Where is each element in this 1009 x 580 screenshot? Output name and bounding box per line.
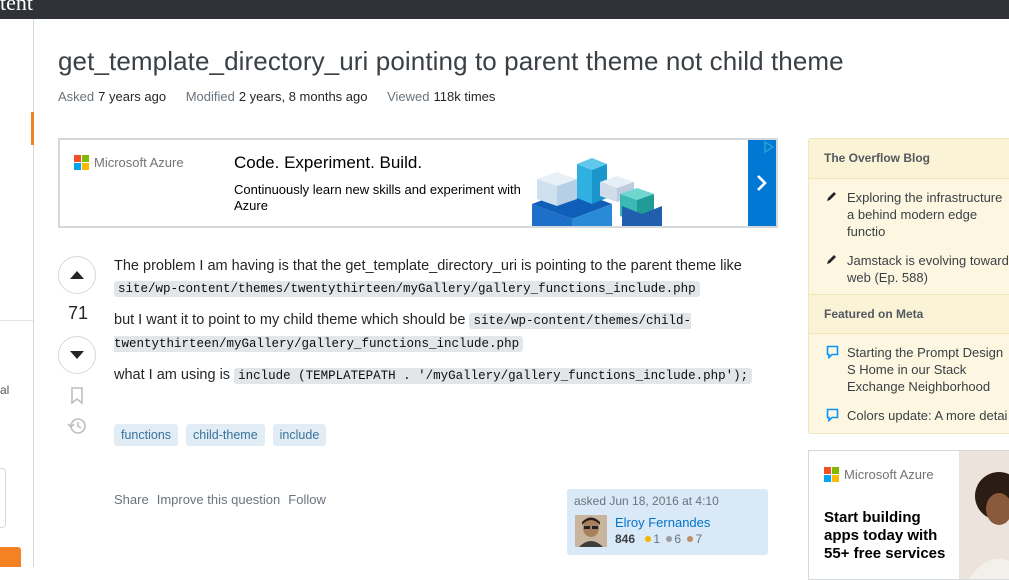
body-paragraph-1: The problem I am having is that the get_… <box>114 255 774 300</box>
body-text-1: The problem I am having is that the get_… <box>114 258 742 274</box>
vote-count: 71 <box>67 303 89 323</box>
meta-item[interactable]: Colors update: A more detai <box>809 401 1009 430</box>
nav-divider <box>0 320 33 321</box>
cubes-illustration-icon <box>532 158 662 226</box>
downvote-button[interactable] <box>58 336 96 374</box>
blog-item-text: Jamstack is evolving toward web (Ep. 588… <box>847 253 1009 285</box>
bookmark-icon[interactable] <box>70 387 84 405</box>
body-text-2: but I want it to point to my child theme… <box>114 312 466 328</box>
meta-viewed-value: 118k times <box>433 89 496 104</box>
meta-asked-value[interactable]: 7 years ago <box>98 89 166 104</box>
code-path-parent: site/wp-content/themes/twentythirteen/my… <box>114 281 700 297</box>
ad-headline: Code. Experiment. Build. <box>234 153 423 172</box>
left-sidebar: al <box>0 19 34 567</box>
microsoft-logo-icon <box>824 467 839 482</box>
meta-item-text: Starting the Prompt Design S Home in our… <box>847 345 1004 394</box>
gold-badge-icon <box>645 536 652 543</box>
microsoft-azure-logo: Microsoft Azure <box>74 155 184 170</box>
body-paragraph-2: but I want it to point to my child theme… <box>114 309 774 355</box>
silver-badge-icon <box>666 536 673 543</box>
meta-item[interactable]: Starting the Prompt Design S Home in our… <box>809 338 1009 401</box>
microsoft-azure-logo: Microsoft Azure <box>824 467 934 482</box>
silver-badge-count: 6 <box>674 532 682 546</box>
question-body: The problem I am having is that the get_… <box>114 255 774 396</box>
overflow-blog-widget: The Overflow Blog Exploring the infrastr… <box>808 138 1009 434</box>
side-ad-brand: Microsoft Azure <box>844 467 934 482</box>
ad-banner[interactable]: Microsoft Azure Code. Experiment. Build.… <box>58 138 778 228</box>
code-include: include (TEMPLATEPATH . '/myGallery/gall… <box>234 368 753 384</box>
side-ad-promo: Start building apps today with 55+ free … <box>824 509 946 562</box>
tag-list: functions child-theme include <box>114 424 327 446</box>
nav-orange-button[interactable] <box>0 547 21 567</box>
speech-bubble-icon <box>826 408 839 422</box>
question-meta: Asked 7 years ago Modified 2 years, 8 mont… <box>58 89 511 104</box>
ad-subtext: Continuously learn new skills and experi… <box>234 182 521 213</box>
gold-badge-count: 1 <box>653 532 661 546</box>
blog-item-text: Exploring the infrastructure a behind mo… <box>847 190 1003 239</box>
adchoices-icon[interactable] <box>762 140 776 154</box>
speech-bubble-icon <box>826 345 839 359</box>
bronze-badge-icon <box>687 536 694 543</box>
site-name-fragment: tent <box>0 0 33 15</box>
meta-heading: Featured on Meta <box>809 294 1009 334</box>
bronze-badge-count: 7 <box>695 532 703 546</box>
pencil-icon <box>827 255 836 264</box>
microsoft-logo-icon <box>74 155 89 170</box>
pencil-icon <box>827 192 836 201</box>
blog-item[interactable]: Jamstack is evolving toward web (Ep. 588… <box>809 246 1009 292</box>
upvote-button[interactable] <box>58 256 96 294</box>
share-link[interactable]: Share <box>114 492 149 507</box>
nav-collective-card[interactable] <box>0 468 6 528</box>
owner-name[interactable]: Elroy Fernandes <box>615 515 710 530</box>
body-text-3: what I am using is <box>114 367 231 383</box>
arrow-down-icon <box>70 351 84 359</box>
blog-heading: The Overflow Blog <box>809 139 1009 179</box>
top-bar: tent <box>0 0 1009 19</box>
owner-card: asked Jun 18, 2016 at 4:10 Elroy Fernand… <box>567 489 768 555</box>
chevron-right-icon <box>757 175 767 191</box>
history-icon[interactable] <box>67 417 87 435</box>
meta-item-text: Colors update: A more detai <box>847 408 1008 423</box>
avatar[interactable] <box>575 515 607 547</box>
follow-link[interactable]: Follow <box>288 492 326 507</box>
asked-timestamp[interactable]: asked Jun 18, 2016 at 4:10 <box>574 494 761 508</box>
ad-brand: Microsoft Azure <box>94 155 184 170</box>
meta-asked-label: Asked <box>58 89 95 104</box>
tag-child-theme[interactable]: child-theme <box>186 424 265 446</box>
nav-item-label-fragment[interactable]: al <box>0 383 9 397</box>
person-photo-icon <box>959 451 1009 579</box>
side-ad[interactable]: Microsoft Azure Start building apps toda… <box>808 450 1009 580</box>
nav-active-indicator <box>31 112 34 145</box>
body-paragraph-3: what I am using is include (TEMPLATEPATH… <box>114 364 774 387</box>
meta-modified-label: Modified <box>185 89 235 104</box>
meta-viewed-label: Viewed <box>387 89 430 104</box>
arrow-up-icon <box>70 271 84 279</box>
improve-question-link[interactable]: Improve this question <box>157 492 281 507</box>
post-actions: Share Improve this question Follow <box>114 492 326 507</box>
blog-item[interactable]: Exploring the infrastructure a behind mo… <box>809 183 1009 246</box>
reputation-score: 846 <box>615 532 636 546</box>
tag-include[interactable]: include <box>272 424 327 446</box>
tag-functions[interactable]: functions <box>114 424 179 446</box>
meta-modified-value[interactable]: 2 years, 8 months ago <box>239 89 368 104</box>
question-title[interactable]: get_template_directory_uri pointing to p… <box>58 46 844 77</box>
owner-reputation: 846 1 6 7 <box>615 532 702 546</box>
user-avatar-icon <box>575 515 607 547</box>
